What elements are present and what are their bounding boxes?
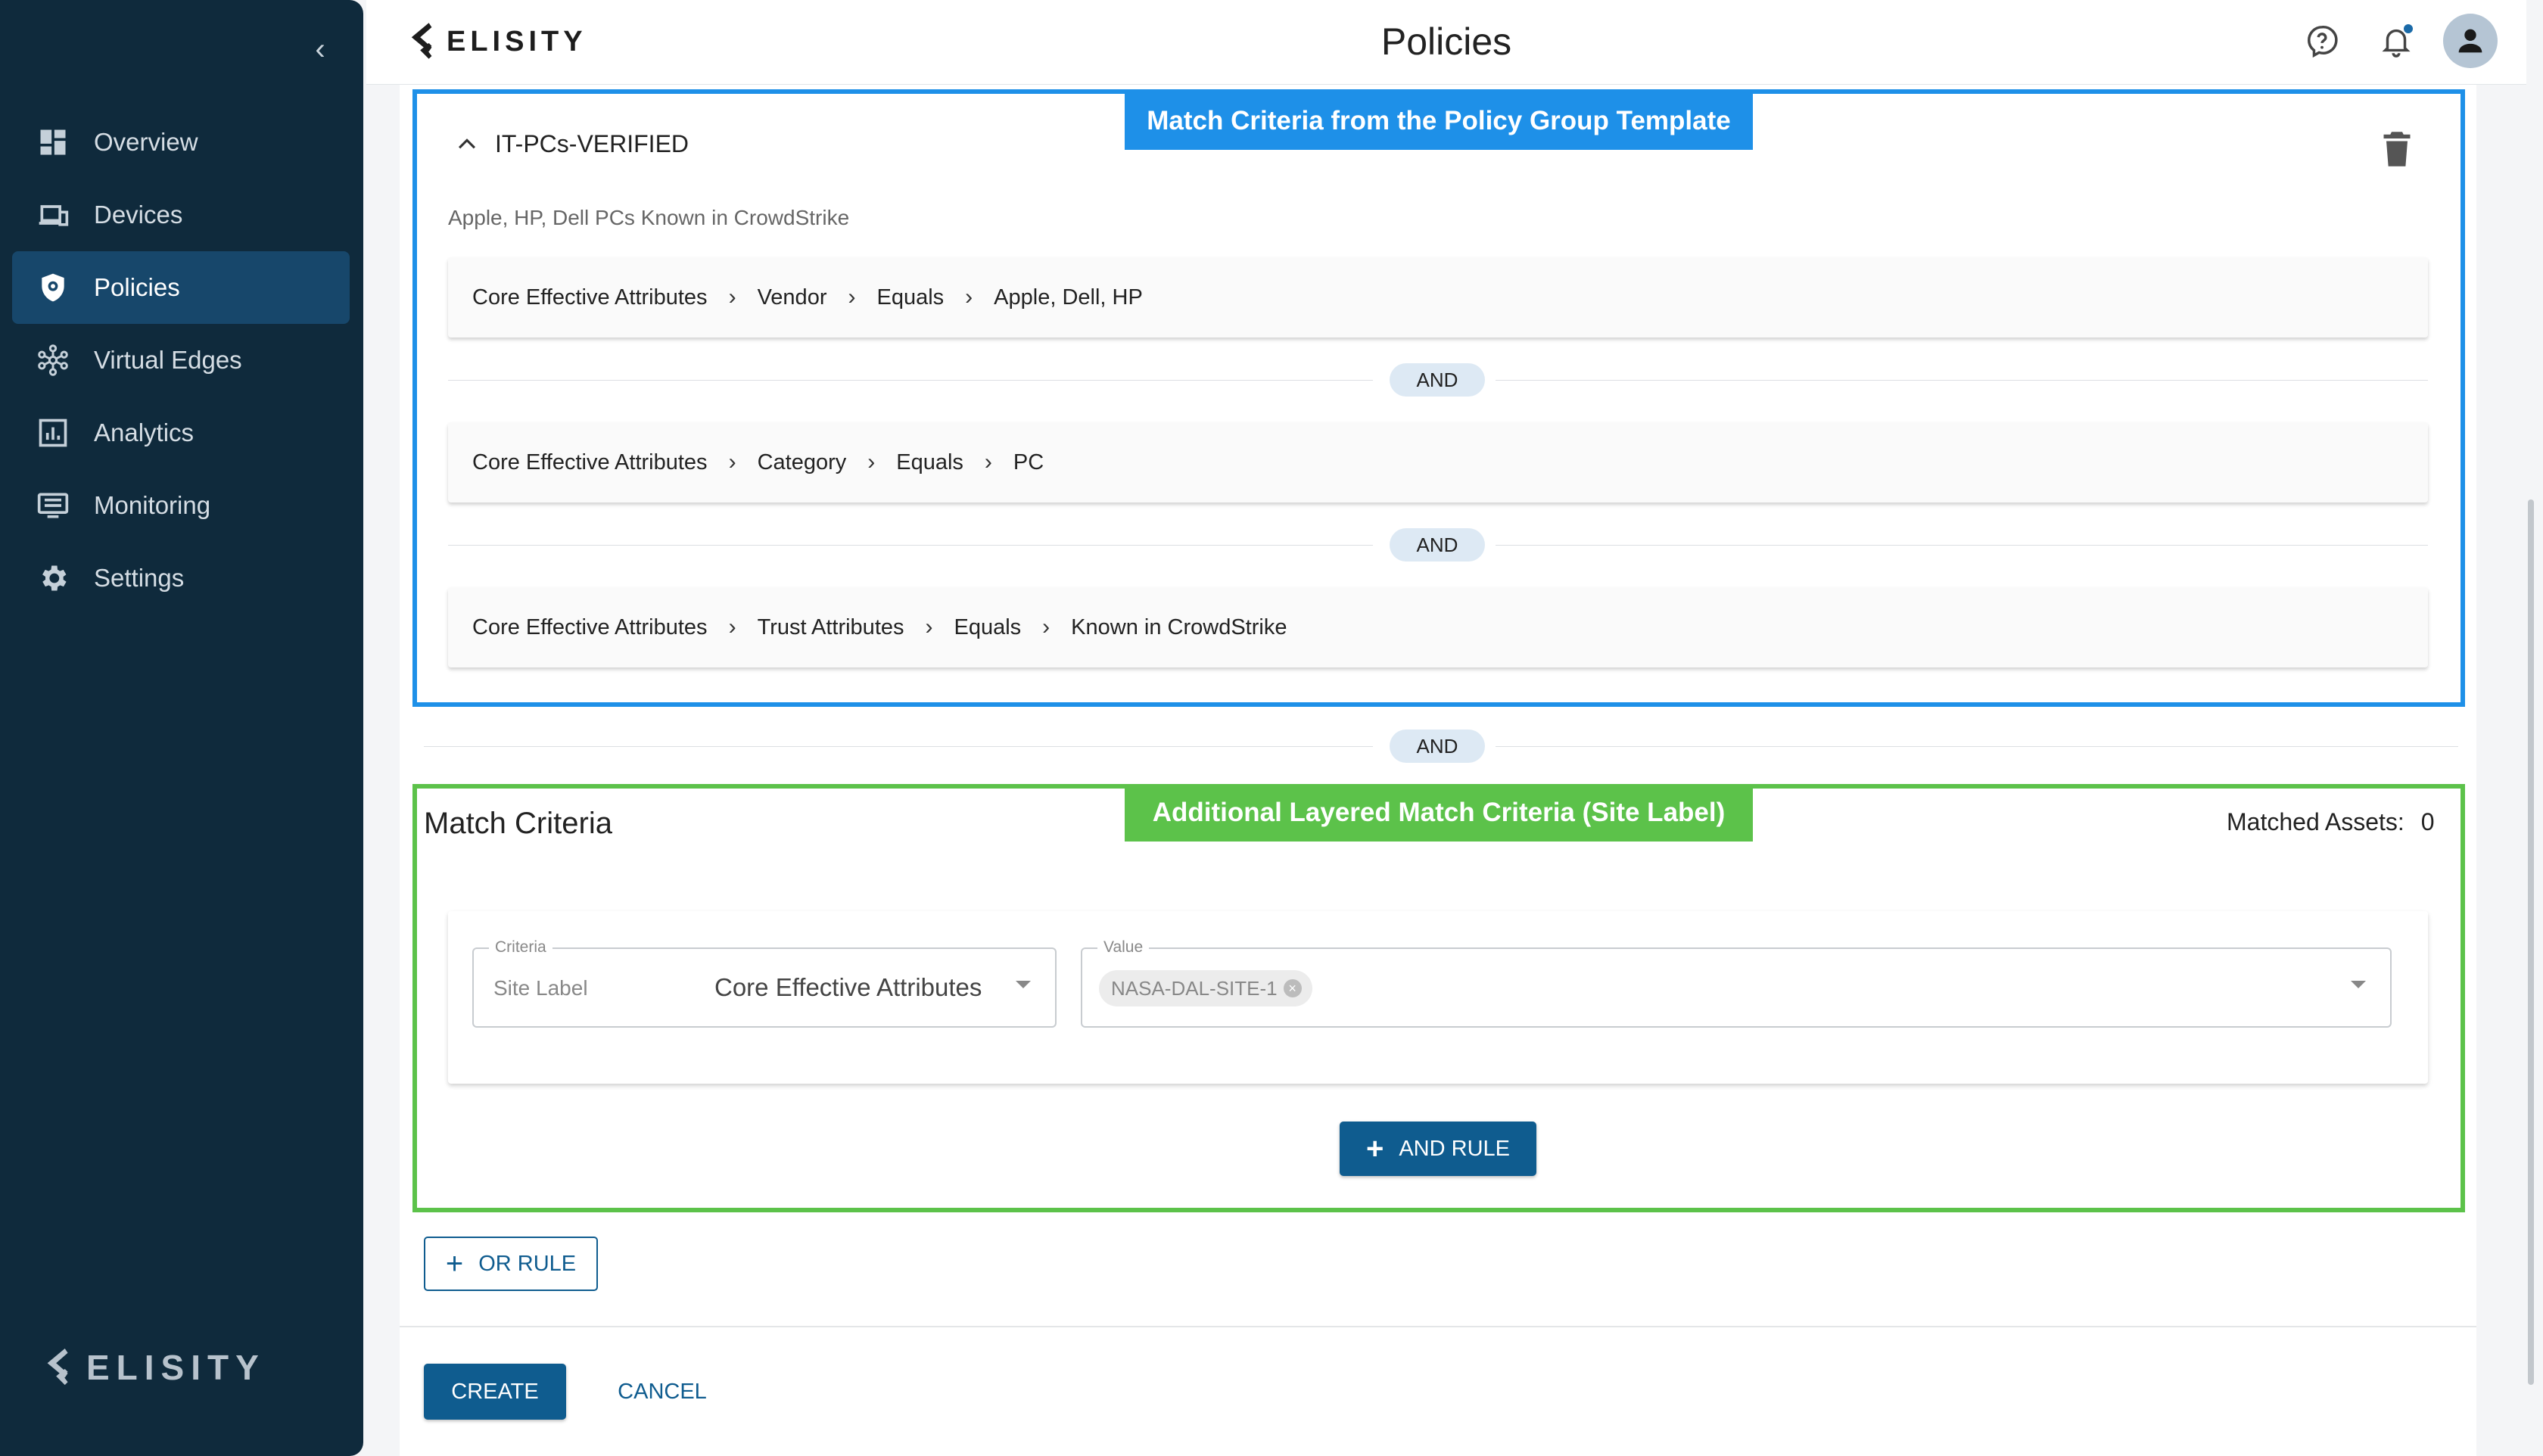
- sidebar-item-label: Policies: [94, 273, 180, 301]
- help-icon[interactable]: [2295, 14, 2349, 68]
- criteria-select[interactable]: Criteria Site Label Core Effective Attri…: [472, 938, 1057, 1028]
- group-toggle[interactable]: IT-PCs-VERIFIED: [454, 130, 689, 158]
- matched-assets: Matched Assets: 0: [2227, 808, 2435, 835]
- devices-icon: [12, 198, 94, 232]
- chevron-right-icon: ›: [728, 285, 736, 310]
- page-title: Policies: [1380, 20, 1512, 63]
- divider: [424, 746, 1373, 747]
- sidebar-item-label: Virtual Edges: [94, 346, 242, 374]
- and-connector: AND: [1390, 363, 1485, 397]
- divider: [448, 380, 1373, 381]
- value-chip[interactable]: NASA-DAL-SITE-1 ×: [1099, 970, 1312, 1006]
- avatar: [2443, 14, 2498, 68]
- value-select[interactable]: Value NASA-DAL-SITE-1 ×: [1081, 938, 2392, 1028]
- dashboard-icon: [12, 126, 94, 159]
- chevron-right-icon: ›: [925, 614, 933, 639]
- elisity-mark-icon: [47, 1349, 68, 1386]
- field-label: Value: [1097, 938, 1150, 957]
- chevron-right-icon: ›: [965, 285, 973, 310]
- sidebar-nav: Overview Devices Policies Virtual Edges …: [12, 106, 350, 614]
- criteria-rule[interactable]: Core Effective Attributes › Vendor › Equal…: [448, 257, 2428, 338]
- analytics-icon: [12, 416, 94, 450]
- dropdown-arrow-icon[interactable]: [1016, 981, 1031, 988]
- shield-icon: [12, 271, 94, 304]
- create-button[interactable]: CREATE: [424, 1364, 566, 1420]
- chevron-left-icon[interactable]: ‹: [301, 30, 339, 68]
- sidebar-logo: ELISITY: [44, 1347, 266, 1388]
- hub-icon: [12, 344, 94, 377]
- monitor-icon: [12, 489, 94, 522]
- plus-icon: +: [445, 1246, 464, 1280]
- gear-icon: [12, 562, 94, 595]
- match-criteria-title: Match Criteria: [424, 807, 612, 840]
- sidebar-item-monitoring[interactable]: Monitoring: [12, 469, 350, 542]
- layered-callout: Additional Layered Match Criteria (Site …: [1125, 784, 1753, 842]
- sidebar-item-settings[interactable]: Settings: [12, 542, 350, 614]
- divider: [448, 545, 1373, 546]
- divider: [1496, 545, 2428, 546]
- scrollbar[interactable]: [2528, 499, 2534, 1385]
- and-rule-button[interactable]: + AND RULE: [1340, 1122, 1536, 1176]
- sidebar-item-label: Settings: [94, 564, 185, 592]
- chevron-right-icon: ›: [867, 450, 876, 474]
- sidebar-item-label: Overview: [94, 128, 198, 156]
- criteria-rule[interactable]: Core Effective Attributes › Trust Attribu…: [448, 587, 2428, 667]
- sidebar-item-policies[interactable]: Policies: [12, 251, 350, 324]
- close-icon[interactable]: ×: [1283, 979, 1302, 997]
- group-description: Apple, HP, Dell PCs Known in CrowdStrike: [448, 206, 850, 229]
- divider: [1496, 746, 2458, 747]
- and-connector: AND: [1390, 528, 1485, 562]
- user-icon: [2458, 29, 2482, 53]
- sidebar-item-overview[interactable]: Overview: [12, 106, 350, 179]
- chevron-right-icon: ›: [984, 450, 992, 474]
- chevron-up-icon: [458, 138, 476, 148]
- bell-icon[interactable]: [2369, 14, 2423, 68]
- and-connector: AND: [1390, 730, 1485, 763]
- sidebar-item-label: Monitoring: [94, 491, 211, 519]
- chevron-right-icon: ›: [1042, 614, 1051, 639]
- top-actions: [2275, 14, 2498, 68]
- divider: [400, 1326, 2476, 1327]
- top-bar: ELISITY Policies: [366, 0, 2526, 85]
- chevron-right-icon: ›: [728, 450, 736, 474]
- cancel-button[interactable]: CANCEL: [605, 1364, 719, 1420]
- sidebar-item-label: Devices: [94, 201, 183, 229]
- criteria-placeholder: Site Label: [493, 976, 588, 1000]
- matched-assets-count: 0: [2420, 808, 2435, 835]
- sidebar-item-virtual-edges[interactable]: Virtual Edges: [12, 324, 350, 397]
- chevron-right-icon: ›: [728, 614, 736, 639]
- dropdown-arrow-icon[interactable]: [2351, 981, 2366, 988]
- template-callout: Match Criteria from the Policy Group Tem…: [1125, 92, 1753, 150]
- criteria-rule[interactable]: Core Effective Attributes › Category › Equ…: [448, 422, 2428, 502]
- sidebar: ‹ Overview Devices Policies Virtual Edge…: [0, 0, 363, 1456]
- plus-icon: +: [1365, 1131, 1384, 1165]
- group-title: IT-PCs-VERIFIED: [495, 130, 689, 157]
- notification-dot: [2402, 23, 2414, 35]
- sidebar-item-analytics[interactable]: Analytics: [12, 397, 350, 469]
- sidebar-item-devices[interactable]: Devices: [12, 179, 350, 251]
- trash-icon[interactable]: [2381, 130, 2413, 168]
- user-menu[interactable]: [2443, 14, 2498, 68]
- chevron-right-icon: ›: [848, 285, 856, 310]
- divider: [1496, 380, 2428, 381]
- sidebar-item-label: Analytics: [94, 418, 195, 446]
- criteria-value: Core Effective Attributes: [714, 973, 982, 1001]
- or-rule-button[interactable]: + OR RULE: [424, 1237, 598, 1291]
- field-label: Criteria: [489, 938, 552, 957]
